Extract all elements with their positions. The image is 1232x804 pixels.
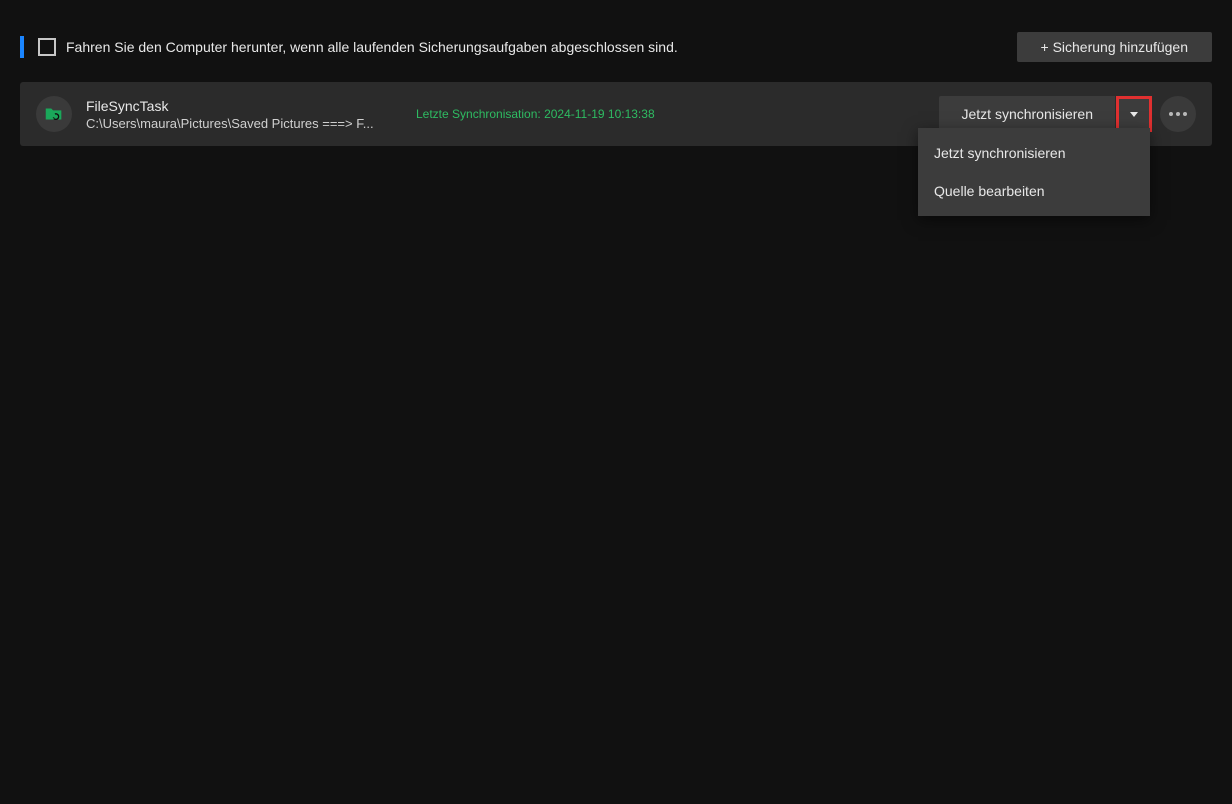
more-options-button[interactable]: [1160, 96, 1196, 132]
task-name: FileSyncTask: [86, 98, 416, 114]
shutdown-label: Fahren Sie den Computer herunter, wenn a…: [66, 39, 1017, 55]
sync-dropdown-toggle[interactable]: [1116, 96, 1152, 132]
sync-now-button[interactable]: Jetzt synchronisieren: [939, 96, 1115, 132]
dropdown-item-edit-source[interactable]: Quelle bearbeiten: [918, 172, 1150, 210]
dropdown-item-sync-now[interactable]: Jetzt synchronisieren: [918, 134, 1150, 172]
add-backup-button[interactable]: + Sicherung hinzufügen: [1017, 32, 1213, 62]
folder-sync-icon: [36, 96, 72, 132]
sync-dropdown-menu: Jetzt synchronisieren Quelle bearbeiten: [918, 128, 1150, 216]
shutdown-checkbox[interactable]: [38, 38, 56, 56]
chevron-down-icon: [1130, 112, 1138, 117]
sync-button-group: Jetzt synchronisieren: [939, 96, 1152, 132]
task-status: Letzte Synchronisation: 2024-11-19 10:13…: [416, 107, 939, 121]
header-bar: Fahren Sie den Computer herunter, wenn a…: [0, 0, 1232, 82]
task-path: C:\Users\maura\Pictures\Saved Pictures =…: [86, 116, 416, 131]
accent-indicator: [20, 36, 24, 58]
task-info: FileSyncTask C:\Users\maura\Pictures\Sav…: [86, 98, 416, 131]
